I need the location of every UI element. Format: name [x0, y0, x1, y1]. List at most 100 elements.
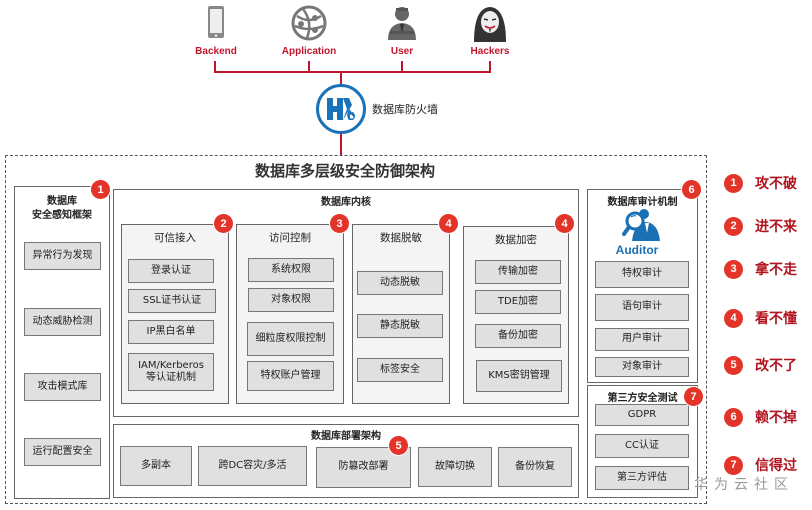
group-title: 数据加密	[495, 234, 537, 246]
group-item: 备份加密	[475, 324, 561, 348]
legend-text: 看不懂	[755, 311, 797, 327]
legend-text: 进不来	[755, 219, 797, 235]
actor-label: Backend	[195, 46, 237, 57]
legend-item: 1 攻不破	[724, 173, 797, 193]
group-item: TDE加密	[475, 290, 561, 314]
badge-3: 3	[330, 214, 349, 233]
group-item: 细粒度权限控制	[247, 322, 334, 356]
badge-4b: 4	[555, 214, 574, 233]
group-item: 系统权限	[248, 258, 334, 282]
group-title: 数据脱敏	[380, 232, 422, 244]
smartphone-icon	[196, 4, 236, 44]
badge-2: 2	[214, 214, 233, 233]
legend-text: 改不了	[755, 358, 797, 374]
connector-drop	[214, 63, 216, 73]
actor-hackers: Hackers	[450, 4, 530, 57]
audit-item: 语句审计	[595, 294, 689, 321]
group-item: 对象权限	[248, 288, 334, 312]
actor-label: Application	[281, 46, 337, 57]
legend-badge: 3	[724, 259, 743, 279]
badge-5: 5	[389, 436, 408, 455]
group-item: 静态脱敏	[357, 314, 443, 338]
third-party-title: 第三方安全测试	[607, 393, 678, 404]
legend-item: 3 拿不走	[724, 259, 797, 279]
legend-item: 5 改不了	[724, 355, 797, 375]
actor-user: User	[362, 4, 442, 57]
legend-item: 7 信得过	[724, 455, 797, 475]
badge-1: 1	[91, 180, 110, 199]
connector-trunk	[340, 133, 342, 155]
audit-item: 用户审计	[595, 328, 689, 351]
perception-item: 动态威胁检测	[24, 308, 101, 336]
legend-text: 赖不掉	[755, 410, 797, 426]
group-item: IP黑白名单	[128, 320, 214, 344]
group-item: 标签安全	[357, 358, 443, 382]
third-party-item: 第三方评估	[595, 466, 689, 490]
kernel-title: 数据库内核	[321, 197, 371, 208]
firewall-flame-icon	[327, 98, 355, 120]
perception-item: 运行配置安全	[24, 438, 101, 466]
group-data-masking: 数据脱敏 动态脱敏 静态脱敏 标签安全	[352, 224, 450, 404]
perception-title-line2: 安全感知框架	[32, 210, 92, 221]
legend-badge: 1	[724, 173, 743, 193]
legend-item: 6 赖不掉	[724, 407, 797, 427]
deployment-item: 故障切换	[418, 447, 492, 487]
connector-drop	[489, 63, 491, 73]
legend-text: 拿不走	[755, 262, 797, 278]
audit-item: 特权审计	[595, 261, 689, 288]
audit-title: 数据库审计机制	[607, 197, 678, 208]
group-trusted-access: 可信接入 登录认证 SSL证书认证 IP黑白名单 IAM/Kerberos 等认…	[121, 224, 229, 404]
group-item: 动态脱敏	[357, 271, 443, 295]
group-item: IAM/Kerberos 等认证机制	[128, 353, 214, 391]
actor-application: Application	[269, 4, 349, 57]
perception-panel: 数据库 安全感知框架 异常行为发现 动态威胁检测 攻击模式库 运行配置安全	[14, 186, 110, 499]
group-title: 访问控制	[269, 232, 311, 244]
badge-6: 6	[682, 180, 701, 199]
firewall-label: 数据库防火墙	[372, 103, 438, 116]
auditor-magnifier-icon	[622, 209, 660, 241]
legend-item: 2 进不来	[724, 216, 797, 236]
legend-badge: 7	[724, 455, 743, 475]
connector-drop	[308, 63, 310, 73]
connector-bus	[214, 71, 491, 73]
hacker-mask-icon	[470, 4, 510, 44]
actor-backend: Backend	[176, 4, 256, 57]
businessman-icon	[382, 4, 422, 44]
third-party-item: GDPR	[595, 404, 689, 426]
firewall-node	[316, 84, 366, 134]
legend-badge: 6	[724, 407, 743, 427]
legend-badge: 4	[724, 308, 743, 328]
group-access-control: 访问控制 系统权限 对象权限 细粒度权限控制 特权账户管理	[236, 224, 344, 404]
deployment-item: 多副本	[120, 446, 192, 486]
group-item: 传输加密	[475, 260, 561, 284]
deployment-item: 跨DC容灾/多活	[198, 446, 307, 486]
badge-4: 4	[439, 214, 458, 233]
legend-text: 信得过	[755, 458, 797, 474]
actor-label: Hackers	[470, 46, 510, 57]
group-item: 特权账户管理	[247, 361, 334, 391]
badge-7: 7	[684, 387, 703, 406]
legend-badge: 2	[724, 216, 743, 236]
legend-item: 4 看不懂	[724, 308, 797, 328]
group-item: SSL证书认证	[128, 289, 216, 313]
deployment-title: 数据库部署架构	[311, 431, 381, 442]
third-party-item: CC认证	[595, 434, 689, 458]
group-data-encryption: 数据加密 传输加密 TDE加密 备份加密 KMS密钥管理	[463, 226, 569, 404]
group-item-line: IAM/Kerberos	[138, 359, 204, 371]
watermark: 华为云社区	[694, 477, 794, 493]
legend-badge: 5	[724, 355, 743, 375]
connector-drop	[401, 63, 403, 73]
actor-label: User	[390, 46, 414, 57]
perception-item: 攻击模式库	[24, 373, 101, 401]
perception-item: 异常行为发现	[24, 242, 101, 270]
auditor-label: Auditor	[615, 243, 659, 257]
legend-text: 攻不破	[755, 176, 797, 192]
group-item: 登录认证	[128, 259, 214, 283]
deployment-item: 备份恢复	[498, 447, 572, 487]
group-title: 可信接入	[154, 232, 196, 244]
deployment-panel: 数据库部署架构 多副本 跨DC容灾/多活 防篡改部署 故障切换 备份恢复	[113, 424, 579, 498]
group-item-line: 等认证机制	[146, 372, 196, 383]
main-title: 数据库多层级安全防御架构	[254, 162, 435, 180]
audit-item: 对象审计	[595, 357, 689, 377]
group-item: KMS密钥管理	[476, 360, 562, 392]
